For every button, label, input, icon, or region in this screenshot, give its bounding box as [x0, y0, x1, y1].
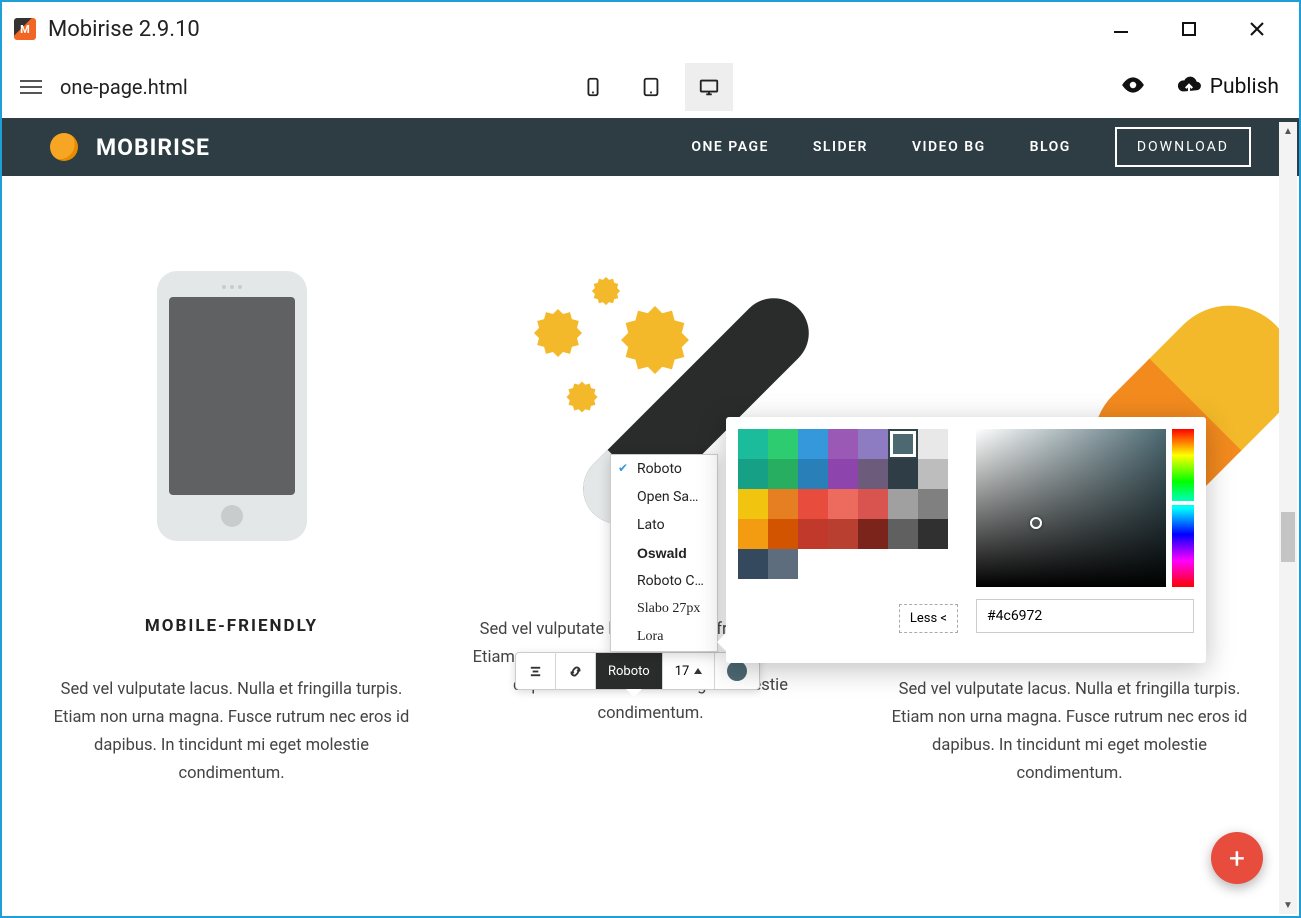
color-swatch[interactable]: [828, 489, 858, 519]
link-button[interactable]: [556, 653, 596, 689]
font-family-button[interactable]: Roboto: [596, 653, 663, 689]
color-swatch[interactable]: [768, 519, 798, 549]
feature-image-phone: [42, 266, 421, 546]
color-swatch[interactable]: [828, 519, 858, 549]
color-swatch[interactable]: [798, 429, 828, 459]
color-swatch[interactable]: [858, 429, 888, 459]
menu-button[interactable]: [20, 80, 42, 94]
less-colors-button[interactable]: Less <: [899, 604, 958, 633]
nav-item-slider[interactable]: SLIDER: [813, 139, 868, 155]
feature-col-1: MOBILE-FRIENDLY Sed vel vulputate lacus.…: [32, 266, 431, 788]
add-block-fab[interactable]: +: [1211, 832, 1263, 884]
device-desktop-button[interactable]: [685, 63, 733, 111]
color-swatch[interactable]: [768, 429, 798, 459]
window-maximize-button[interactable]: [1179, 19, 1199, 39]
hex-input[interactable]: [976, 599, 1194, 633]
site-brand[interactable]: MOBIRISE: [96, 134, 210, 161]
saturation-cursor[interactable]: [1030, 517, 1042, 529]
font-dropdown: Roboto Open Sa… Lato Oswald Roboto C… Sl…: [610, 454, 718, 652]
color-swatch[interactable]: [888, 489, 918, 519]
color-swatch[interactable]: [738, 459, 768, 489]
font-option-lora[interactable]: Lora: [611, 623, 717, 651]
font-option-roboto[interactable]: Roboto: [611, 455, 717, 483]
app-toolbar: one-page.html Publish: [2, 56, 1299, 118]
text-format-toolbar: Roboto 17: [515, 652, 760, 690]
publish-button[interactable]: Publish: [1176, 74, 1279, 100]
font-option-opensans[interactable]: Open Sa…: [611, 483, 717, 511]
color-swatch[interactable]: [918, 429, 948, 459]
font-option-robotoc[interactable]: Roboto C…: [611, 567, 717, 595]
font-option-lato[interactable]: Lato: [611, 511, 717, 539]
color-swatch[interactable]: [888, 429, 918, 459]
color-swatch[interactable]: [858, 519, 888, 549]
device-tablet-button[interactable]: [627, 63, 675, 111]
window-title: Mobirise 2.9.10: [48, 17, 1111, 42]
color-swatch[interactable]: [858, 489, 888, 519]
font-option-slabo[interactable]: Slabo 27px: [611, 595, 717, 623]
color-swatch[interactable]: [828, 459, 858, 489]
nav-item-blog[interactable]: BLOG: [1030, 139, 1071, 155]
scroll-thumb[interactable]: [1281, 512, 1295, 562]
page-filename[interactable]: one-page.html: [60, 75, 188, 99]
color-swatch[interactable]: [738, 429, 768, 459]
feature-text-3[interactable]: Sed vel vulputate lacus. Nulla et fringi…: [880, 676, 1259, 788]
color-swatch[interactable]: [798, 459, 828, 489]
color-swatch[interactable]: [738, 519, 768, 549]
feature-text-1[interactable]: Sed vel vulputate lacus. Nulla et fringi…: [42, 676, 421, 788]
hue-cursor[interactable]: [1170, 501, 1196, 505]
site-navbar[interactable]: MOBIRISE ONE PAGE SLIDER VIDEO BG BLOG D…: [2, 118, 1299, 176]
nav-download-button[interactable]: DOWNLOAD: [1115, 127, 1251, 167]
window-titlebar: M Mobirise 2.9.10: [2, 2, 1299, 56]
window-close-button[interactable]: [1247, 19, 1267, 39]
color-swatch[interactable]: [768, 489, 798, 519]
saturation-box[interactable]: [976, 429, 1166, 587]
scroll-down-arrow[interactable]: ▼: [1279, 896, 1297, 914]
color-swatch[interactable]: [828, 429, 858, 459]
font-size-button[interactable]: 17: [663, 653, 716, 689]
color-swatch[interactable]: [858, 459, 888, 489]
color-swatch-grid: [738, 429, 958, 579]
align-button[interactable]: [516, 653, 556, 689]
color-swatch[interactable]: [798, 489, 828, 519]
color-swatch[interactable]: [888, 459, 918, 489]
color-swatch[interactable]: [738, 489, 768, 519]
color-swatch[interactable]: [918, 459, 948, 489]
font-option-oswald[interactable]: Oswald: [611, 539, 717, 567]
color-swatch[interactable]: [768, 549, 798, 579]
site-logo-icon: [50, 133, 78, 161]
color-picker-panel: Less <: [726, 417, 1206, 663]
app-icon: M: [14, 18, 36, 40]
color-swatch[interactable]: [888, 519, 918, 549]
device-mobile-button[interactable]: [569, 63, 617, 111]
color-swatch[interactable]: [918, 519, 948, 549]
scroll-up-arrow[interactable]: ▲: [1279, 122, 1297, 140]
color-swatch[interactable]: [918, 489, 948, 519]
color-swatch[interactable]: [798, 519, 828, 549]
vertical-scrollbar[interactable]: ▲ ▼: [1279, 122, 1297, 914]
nav-item-onepage[interactable]: ONE PAGE: [691, 139, 769, 155]
window-minimize-button[interactable]: [1111, 19, 1131, 39]
publish-label: Publish: [1210, 75, 1279, 99]
color-swatch[interactable]: [768, 459, 798, 489]
hue-slider[interactable]: [1172, 429, 1194, 587]
feature-title-1[interactable]: MOBILE-FRIENDLY: [42, 616, 421, 636]
nav-item-videobg[interactable]: VIDEO BG: [912, 139, 986, 155]
preview-button[interactable]: [1120, 72, 1146, 102]
color-swatch[interactable]: [738, 549, 768, 579]
